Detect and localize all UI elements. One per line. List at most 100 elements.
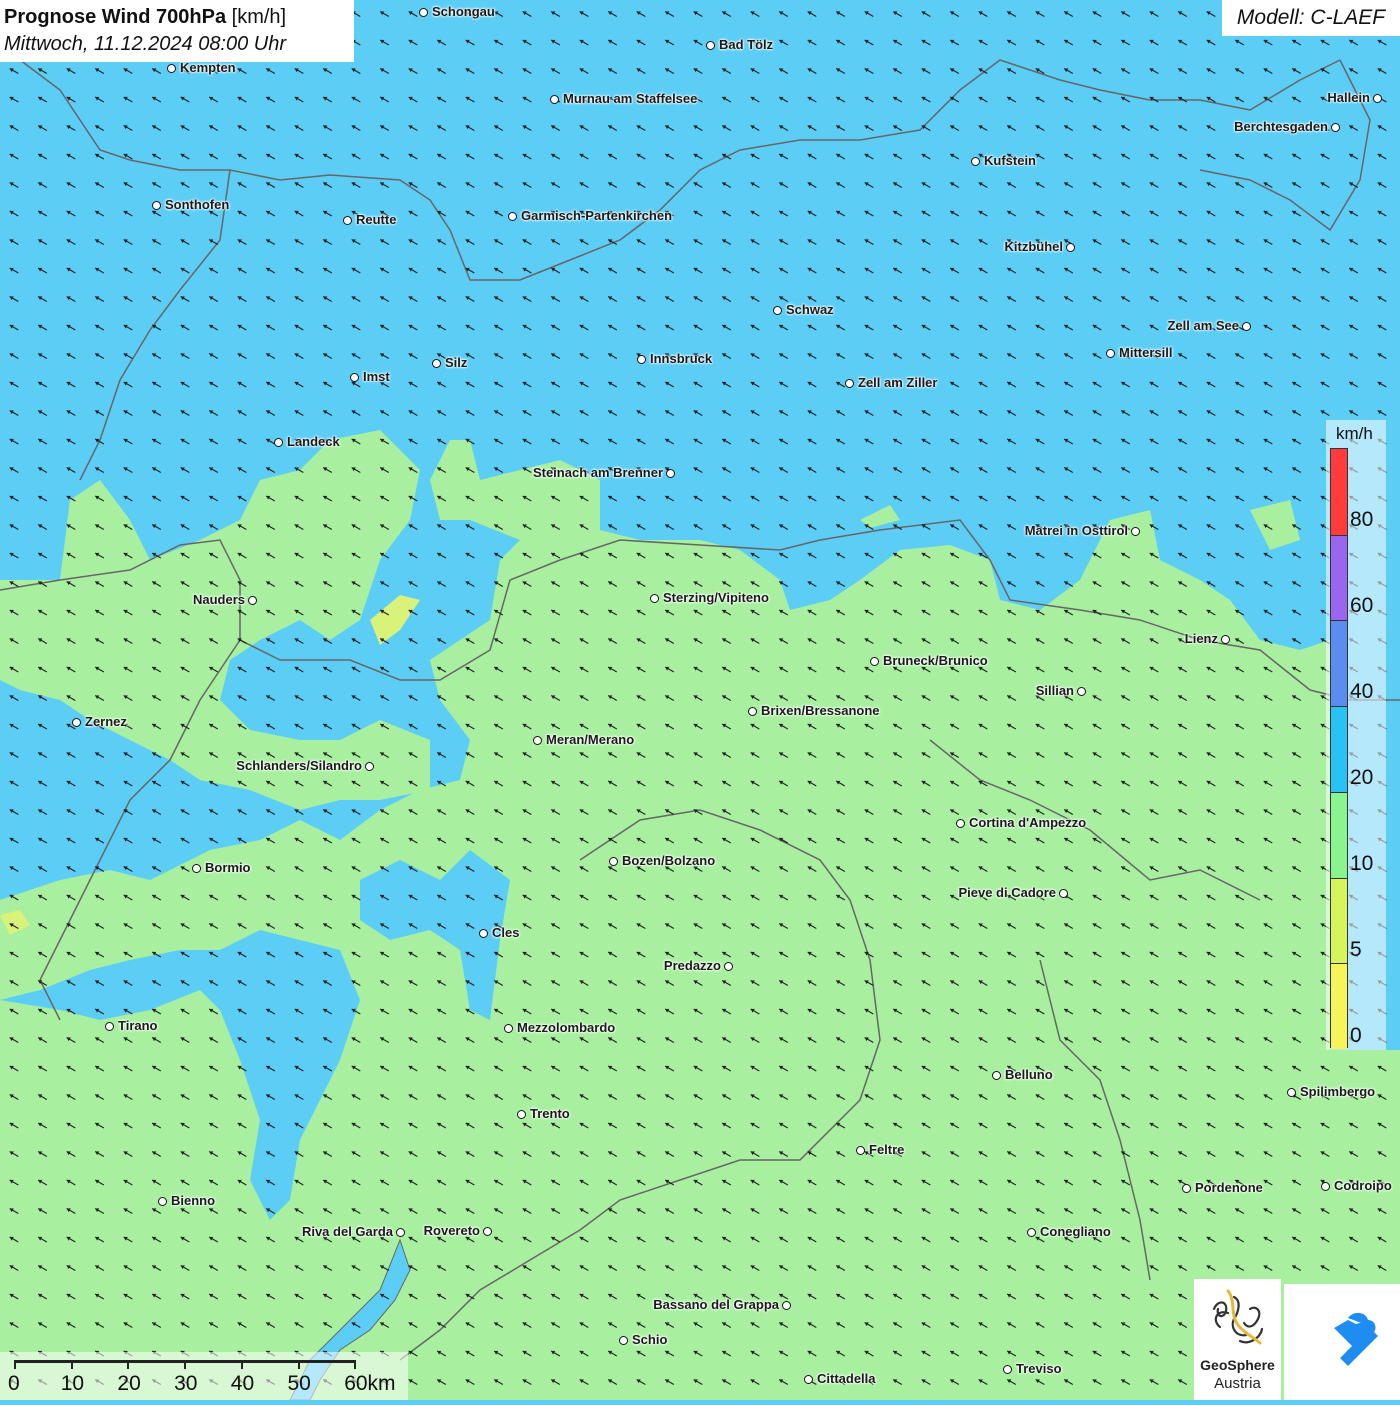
city-label: Mittersill [1119, 345, 1173, 360]
legend-color-segment [1331, 706, 1347, 792]
city-label: Treviso [1016, 1361, 1062, 1376]
city-marker [483, 1227, 492, 1236]
city-label: Garmisch-Partenkirchen [521, 208, 673, 223]
city-marker [158, 1197, 167, 1206]
city-label: Tirano [118, 1018, 158, 1033]
city-marker [782, 1301, 791, 1310]
title-line: Prognose Wind 700hPa [km/h] [4, 4, 354, 30]
cloud-mountain-icon [1306, 1312, 1378, 1366]
city-marker [167, 64, 176, 73]
city-marker [350, 373, 359, 382]
city-marker [609, 857, 618, 866]
city-label: Codroipo [1334, 1178, 1392, 1193]
scale-bar: 0 10 20 30 40 50 60km [0, 1352, 408, 1400]
city-marker [1287, 1088, 1296, 1097]
city-marker [666, 469, 675, 478]
city-marker [504, 1024, 513, 1033]
city-label: Murnau am Staffelsee [563, 91, 698, 106]
city-label: Bad Tölz [719, 37, 774, 52]
city-label: Landeck [287, 434, 340, 449]
city-label: Sonthofen [165, 197, 230, 212]
city-marker [870, 657, 879, 666]
legend-value-label: 80 [1350, 508, 1374, 531]
logo-text-geosphere: GeoSphere [1200, 1357, 1275, 1373]
city-marker [508, 212, 517, 221]
city-marker [533, 736, 542, 745]
city-marker [1059, 889, 1068, 898]
city-marker [72, 718, 81, 727]
city-marker [1182, 1184, 1191, 1193]
city-label: Schongau [432, 4, 495, 19]
city-marker [650, 594, 659, 603]
scale-label: 40 [230, 1372, 255, 1395]
city-label: Bormio [205, 860, 251, 875]
legend-color-segment [1331, 449, 1347, 535]
city-label: Cles [492, 925, 520, 940]
city-marker [152, 201, 161, 210]
city-marker [804, 1375, 813, 1384]
city-marker [845, 379, 854, 388]
city-marker [724, 962, 733, 971]
city-label: Conegliano [1040, 1224, 1111, 1239]
scale-label: 20 [117, 1372, 141, 1395]
logo-text-austria: Austria [1214, 1375, 1261, 1392]
city-marker [343, 216, 352, 225]
city-label: Berchtesgaden [1234, 119, 1328, 134]
scale-tick [184, 1360, 187, 1369]
city-label: Spilimbergo [1300, 1084, 1376, 1099]
legend-unit: km/h [1336, 424, 1373, 443]
city-label: Zell am Ziller [858, 375, 938, 390]
city-label: Steinach am Brenner [532, 465, 663, 480]
legend-value-label: 60 [1350, 594, 1374, 617]
title-box: Prognose Wind 700hPa [km/h] Mittwoch, 11… [0, 0, 354, 62]
city-label: Cortina d'Ampezzo [969, 815, 1087, 830]
geosphere-logo[interactable]: GeoSphere Austria [1194, 1279, 1281, 1400]
city-marker [396, 1228, 405, 1237]
scale-label: 0 [8, 1372, 20, 1395]
city-label: Riva del Garda [301, 1224, 393, 1239]
city-label: Nauders [192, 592, 245, 607]
city-label: Hallein [1327, 90, 1370, 105]
city-label: Pieve di Cadore [958, 885, 1056, 900]
city-label: Mezzolombardo [517, 1020, 616, 1035]
city-label: Belluno [1005, 1067, 1053, 1082]
city-marker [748, 707, 757, 716]
city-marker [248, 596, 257, 605]
city-marker [419, 8, 428, 17]
city-label: Silz [445, 355, 468, 370]
scale-label: 60km [344, 1372, 396, 1395]
app-logo[interactable] [1284, 1284, 1400, 1400]
city-label: Reutte [356, 212, 397, 227]
city-marker [1221, 635, 1230, 644]
city-marker [432, 359, 441, 368]
city-label: Meran/Merano [546, 732, 635, 747]
city-label: Schio [632, 1332, 668, 1347]
city-marker [706, 41, 715, 50]
city-marker [773, 306, 782, 315]
city-label: Innsbruck [650, 351, 713, 366]
scale-label: 30 [174, 1372, 198, 1395]
city-marker [1077, 687, 1086, 696]
city-marker [619, 1336, 628, 1345]
city-marker [1106, 349, 1115, 358]
city-marker [856, 1146, 865, 1155]
city-label: Matrei in Osttirol [1024, 523, 1128, 538]
forecast-date: Mittwoch, 11.12.2024 08:00 Uhr [4, 33, 287, 55]
city-label: Trento [530, 1106, 570, 1121]
scale-tick [297, 1360, 300, 1369]
city-label: Sterzing/Vipiteno [663, 590, 769, 605]
city-marker [637, 355, 646, 364]
scale-tick [240, 1360, 243, 1369]
city-label: Brixen/Bressanone [761, 703, 880, 718]
city-label: Bozen/Bolzano [622, 853, 716, 868]
city-marker [1066, 243, 1075, 252]
city-label: Zell am See [1167, 318, 1239, 333]
city-label: Kufstein [984, 153, 1036, 168]
city-label: Zernez [85, 714, 127, 729]
city-label: Predazzo [663, 958, 721, 973]
city-marker [1242, 322, 1251, 331]
city-marker [971, 157, 980, 166]
city-marker [1373, 94, 1382, 103]
scale-tick [354, 1360, 357, 1369]
city-marker [192, 864, 201, 873]
